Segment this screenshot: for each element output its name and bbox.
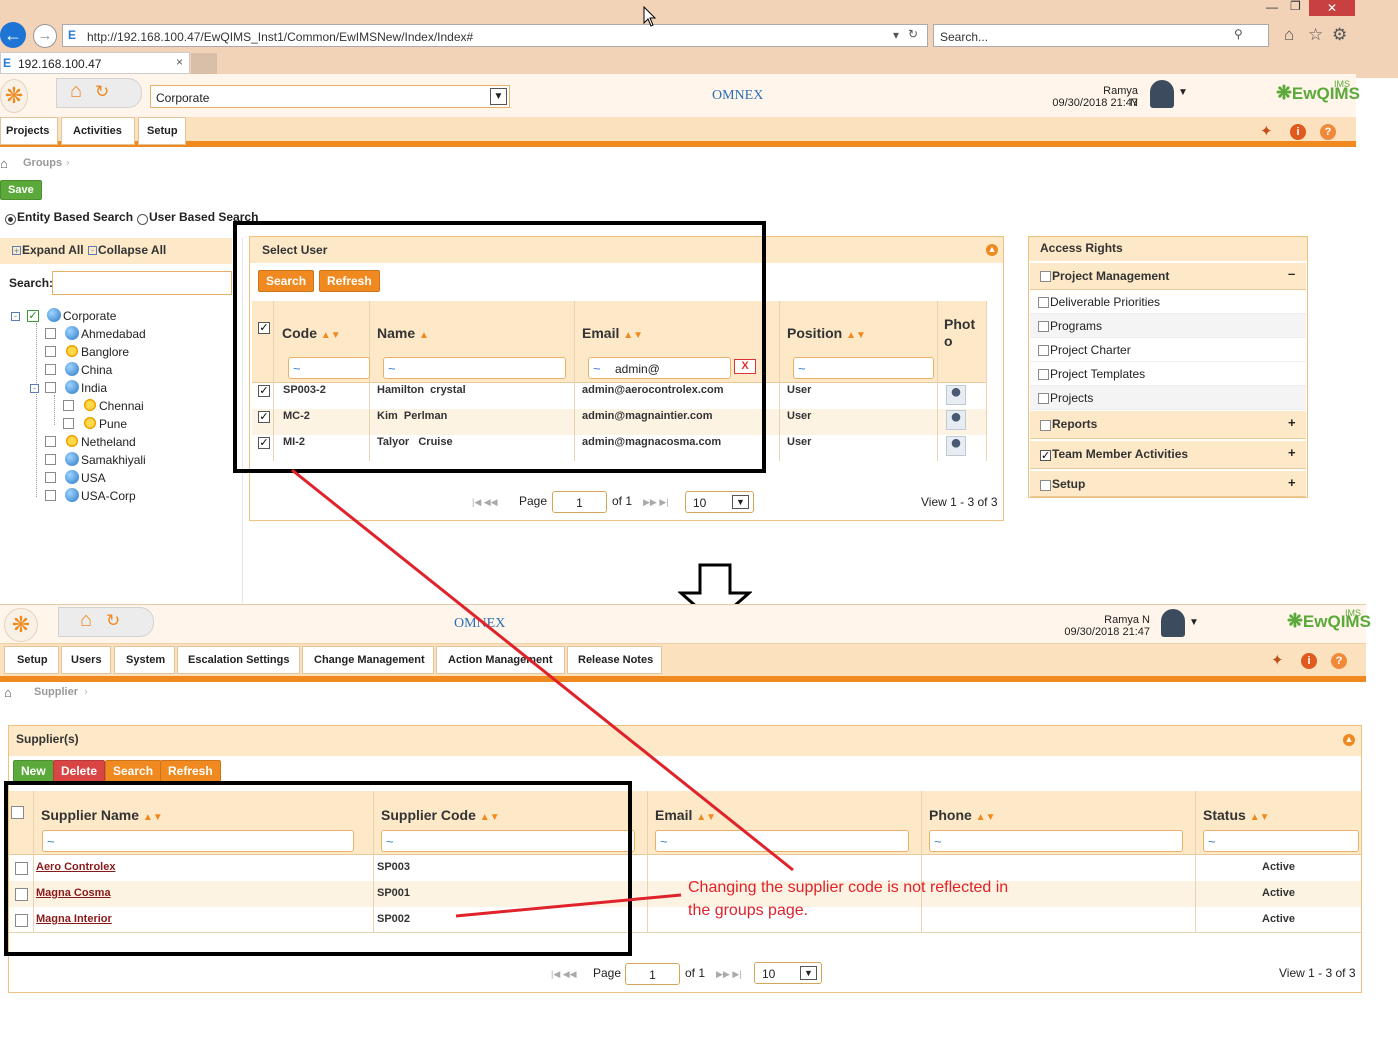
mouse-cursor-icon — [643, 6, 657, 27]
annotation-text: Changing the supplier code is not reflec… — [688, 879, 1009, 919]
